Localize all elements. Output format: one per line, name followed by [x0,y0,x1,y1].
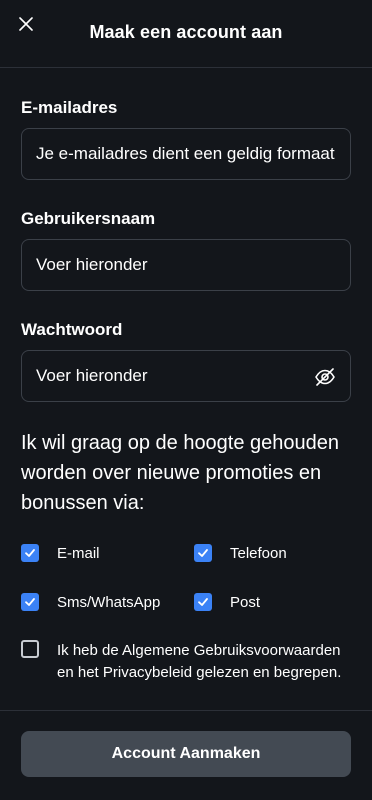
option-label: E-mail [57,544,100,562]
terms-consent[interactable]: Ik heb de Algemene Gebruiksvoorwaarden e… [21,640,351,684]
terms-checkbox[interactable] [21,640,39,658]
password-visibility-toggle[interactable] [312,364,338,390]
promotions-prompt: Ik wil graag op de hoogte gehouden worde… [21,432,340,514]
option-label: Sms/WhatsApp [57,593,161,611]
username-label: Gebruikersnaam [21,209,156,228]
password-label: Wachtwoord [21,320,123,339]
page-title: Maak een account aan [89,22,283,42]
checkbox-checked[interactable] [194,593,212,611]
password-field[interactable] [36,366,306,386]
checkmark-icon [25,598,35,606]
checkbox-checked[interactable] [21,593,39,611]
option-phone[interactable]: Telefoon [194,544,287,562]
eye-slash-icon [315,368,335,386]
email-field[interactable] [36,144,336,164]
checkbox-checked[interactable] [21,544,39,562]
username-field[interactable] [36,255,336,275]
checkbox-checked[interactable] [194,544,212,562]
checkmark-icon [198,549,208,557]
header: Maak een account aan [0,0,372,68]
terms-label: Ik heb de Algemene Gebruiksvoorwaarden e… [57,642,342,681]
option-sms-whatsapp[interactable]: Sms/WhatsApp [21,593,160,611]
checkmark-icon [25,549,35,557]
option-email[interactable]: E-mail [21,544,100,562]
option-post[interactable]: Post [194,593,260,611]
username-field-container [21,239,351,291]
email-field-container [21,128,351,180]
email-label: E-mailadres [21,98,118,117]
password-field-container [21,350,351,402]
footer-divider [0,710,372,711]
checkmark-icon [198,598,208,606]
option-label: Post [230,593,261,611]
create-account-button[interactable]: Account Aanmaken [21,731,351,777]
close-icon [19,17,33,31]
option-label: Telefoon [230,544,287,562]
close-button[interactable] [14,12,38,36]
